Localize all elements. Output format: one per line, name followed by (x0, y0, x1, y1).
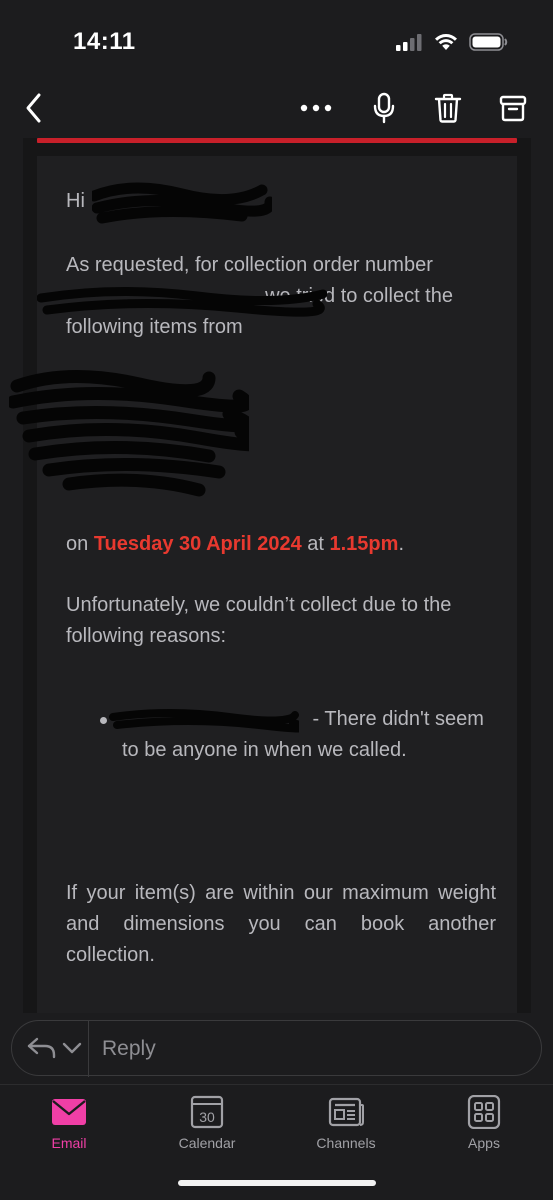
status-bar: 14:11 (0, 0, 553, 80)
home-indicator[interactable] (178, 1180, 376, 1186)
redaction-scribble (92, 182, 272, 224)
tab-channels[interactable]: Channels (296, 1095, 396, 1165)
more-options-button[interactable] (296, 88, 336, 128)
email-screen: 14:11 Hi As requested, for collection or… (0, 0, 553, 1200)
tab-label-email: Email (51, 1135, 87, 1151)
greeting-text: Hi (66, 190, 85, 212)
status-time: 14:11 (73, 28, 136, 55)
apps-grid-icon (467, 1095, 501, 1129)
date-prefix: on (66, 533, 94, 555)
tab-label-calendar: Calendar (178, 1135, 236, 1151)
delete-button[interactable] (428, 88, 468, 128)
tab-apps[interactable]: Apps (434, 1095, 534, 1165)
email-body: Hi As requested, for collection order nu… (9, 156, 517, 1013)
bullet-point (100, 717, 107, 724)
chevron-down-icon (62, 1042, 82, 1054)
reply-input[interactable]: Reply (102, 1037, 156, 1061)
email-toolbar (0, 80, 553, 138)
time-prefix: at (301, 533, 330, 555)
back-button[interactable] (14, 88, 54, 128)
footer-paragraph: If your item(s) are within our maximum w… (66, 882, 496, 966)
collection-time: 1.15pm (329, 533, 399, 555)
cellular-signal-icon (396, 34, 422, 51)
reason-redaction (109, 709, 299, 733)
battery-icon (469, 33, 508, 51)
reply-divider (88, 1021, 89, 1077)
archive-button[interactable] (493, 88, 533, 128)
intro-line-1: As requested, for collection order numbe… (66, 254, 433, 276)
ellipsis-icon (300, 104, 332, 112)
reason-intro: Unfortunately, we couldn’t collect due t… (66, 594, 452, 647)
calendar-day-number: 30 (199, 1109, 215, 1125)
archive-icon (499, 95, 527, 122)
brand-accent-rule (37, 138, 517, 143)
trash-icon (434, 93, 462, 123)
tab-label-channels: Channels (316, 1135, 376, 1151)
tab-calendar[interactable]: 30 Calendar (157, 1095, 257, 1165)
email-content: Hi As requested, for collection order nu… (9, 138, 531, 1013)
tab-label-apps: Apps (468, 1135, 500, 1151)
calendar-icon: 30 (190, 1095, 224, 1129)
tab-email[interactable]: Email (19, 1095, 119, 1165)
order-number-redaction (37, 286, 327, 317)
collection-date-line: on Tuesday 30 April 2024 at 1.15pm. (66, 529, 496, 560)
time-suffix: . (398, 533, 404, 555)
address-redaction (9, 370, 249, 497)
reply-icon (27, 1037, 56, 1059)
reply-options-button[interactable] (26, 1035, 86, 1063)
reply-bar[interactable]: Reply (11, 1020, 542, 1077)
microphone-icon (373, 92, 395, 124)
wifi-icon (435, 34, 457, 50)
collection-date: Tuesday 30 April 2024 (93, 533, 302, 555)
chevron-left-icon (26, 93, 41, 123)
newspaper-icon (328, 1097, 364, 1127)
dictation-button[interactable] (364, 88, 404, 128)
status-icons (395, 30, 509, 54)
envelope-icon (52, 1099, 86, 1125)
